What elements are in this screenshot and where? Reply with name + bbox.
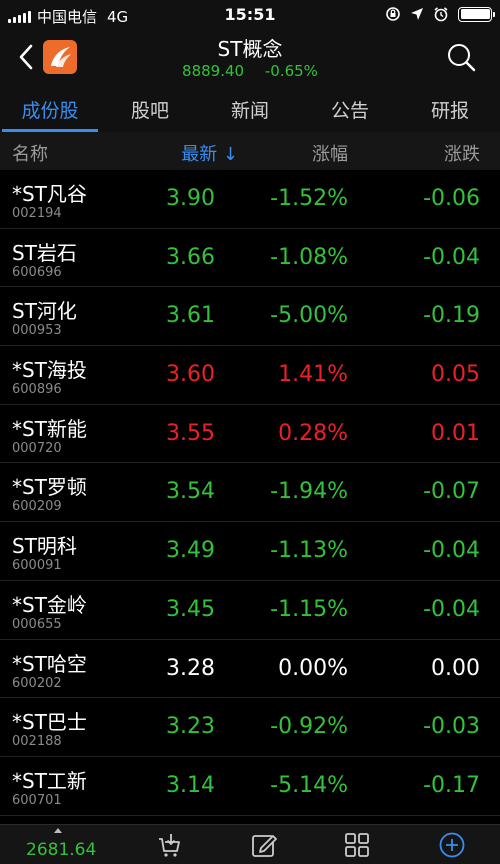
stock-percent-change: -1.15% — [270, 596, 348, 622]
trade-icon[interactable] — [155, 831, 183, 859]
tab-constituents[interactable]: 成份股 — [0, 86, 100, 132]
add-icon[interactable] — [438, 831, 466, 859]
edit-icon[interactable] — [250, 831, 278, 859]
stock-price: 3.54 — [166, 479, 215, 505]
battery-icon — [458, 6, 495, 22]
stock-list: *ST凡谷 002194 3.90 -1.52% -0.06 ST岩石 600696 3.66… — [0, 170, 500, 816]
page-title: ST概念 — [217, 37, 283, 61]
stock-code: 002194 — [12, 206, 62, 221]
stock-price: 3.66 — [166, 244, 215, 270]
stock-price: 3.45 — [166, 596, 215, 622]
stock-price: 3.14 — [166, 772, 215, 798]
stock-price: 3.55 — [166, 420, 215, 446]
expand-arrow-icon[interactable] — [54, 828, 62, 833]
alarm-icon — [434, 7, 448, 22]
index-value: 8889.40 — [182, 62, 245, 80]
stock-code: 600091 — [12, 558, 62, 574]
table-header: 名称 最新 ↓ 涨幅 涨跌 — [0, 132, 500, 170]
stock-price: 3.60 — [166, 362, 215, 388]
stock-change: -0.06 — [423, 186, 480, 211]
column-header-price[interactable]: 最新 ↓ — [181, 140, 238, 166]
index-summary: 8889.40 -0.65% — [0, 62, 500, 80]
column-header-change[interactable]: 涨跌 — [444, 140, 480, 166]
location-icon — [411, 8, 423, 20]
table-row[interactable]: *ST巴士 002188 3.23 -0.92% -0.03 — [0, 698, 500, 757]
stock-code: 600896 — [12, 382, 62, 398]
tab-bar: 成份股 股吧 新闻 公告 研报 — [0, 86, 500, 132]
stock-price: 3.23 — [166, 714, 215, 740]
stock-code: 000720 — [12, 440, 62, 456]
stock-percent-change: -1.94% — [270, 479, 348, 505]
stock-change: 0.01 — [431, 420, 480, 446]
stock-name: *ST新能 — [12, 416, 87, 441]
stock-name: *ST金岭 — [12, 592, 87, 617]
stock-price: 3.28 — [166, 655, 215, 681]
stock-name: ST河化 — [12, 299, 77, 324]
stock-change: -0.04 — [423, 244, 480, 270]
stock-change: -0.07 — [423, 479, 480, 505]
stock-code: 600202 — [12, 675, 62, 691]
rotation-lock-icon — [386, 7, 400, 21]
stock-percent-change: 0.00% — [278, 655, 348, 681]
stock-change: -0.04 — [423, 538, 480, 564]
stock-name: *ST凡谷 — [12, 182, 87, 206]
column-header-name[interactable]: 名称 — [12, 140, 48, 166]
stock-percent-change: -1.13% — [270, 538, 348, 564]
stock-name: *ST罗顿 — [12, 475, 87, 500]
index-change: -0.65% — [264, 62, 318, 80]
search-icon[interactable] — [446, 42, 476, 72]
stock-name: *ST海投 — [12, 358, 87, 383]
stock-code: 600209 — [12, 499, 62, 515]
stock-change: 0.05 — [431, 362, 480, 388]
tab-news[interactable]: 新闻 — [200, 86, 300, 132]
stock-change: -0.04 — [423, 596, 480, 622]
table-row[interactable]: ST岩石 600696 3.66 -1.08% -0.04 — [0, 228, 500, 288]
stock-price: 3.90 — [166, 186, 215, 211]
grid-icon[interactable] — [343, 831, 371, 859]
stock-code: 000655 — [12, 616, 62, 632]
stock-percent-change: 0.28% — [278, 420, 348, 446]
market-index-value[interactable]: 2681.64 — [26, 840, 96, 860]
table-row[interactable]: *ST凡谷 002194 3.90 -1.52% -0.06 — [0, 170, 500, 229]
stock-percent-change: -5.14% — [270, 772, 348, 798]
stock-percent-change: -1.52% — [270, 186, 348, 211]
table-row[interactable]: ST河化 000953 3.61 -5.00% -0.19 — [0, 287, 500, 347]
stock-change: -0.03 — [423, 714, 480, 740]
stock-change: -0.19 — [423, 303, 480, 329]
stock-code: 600701 — [12, 792, 62, 808]
stock-code: 600696 — [12, 264, 62, 280]
tab-reports[interactable]: 研报 — [400, 86, 500, 132]
table-row[interactable]: *ST新能 000720 3.55 0.28% 0.01 — [0, 404, 500, 464]
table-row[interactable]: *ST哈空 600202 3.28 0.00% 0.00 — [0, 639, 500, 699]
tab-announcements[interactable]: 公告 — [300, 86, 400, 132]
stock-percent-change: -5.00% — [270, 303, 348, 329]
table-row[interactable]: *ST罗顿 600209 3.54 -1.94% -0.07 — [0, 463, 500, 523]
table-row[interactable]: *ST金岭 000655 3.45 -1.15% -0.04 — [0, 580, 500, 640]
table-row[interactable]: *ST海投 600896 3.60 1.41% 0.05 — [0, 346, 500, 405]
header: ST概念 8889.40 -0.65% — [0, 30, 500, 86]
stock-change: 0.00 — [431, 655, 480, 681]
stock-percent-change: -0.92% — [270, 714, 348, 740]
table-row[interactable]: ST明科 600091 3.49 -1.13% -0.04 — [0, 522, 500, 581]
stock-percent-change: 1.41% — [278, 362, 348, 388]
stock-percent-change: -1.08% — [270, 244, 348, 270]
stock-change: -0.17 — [423, 772, 480, 798]
tab-forum[interactable]: 股吧 — [100, 86, 200, 132]
stock-price: 3.61 — [166, 303, 215, 329]
bottom-toolbar: 2681.64 — [0, 824, 500, 864]
stock-code: 002188 — [12, 734, 62, 750]
stock-name: ST明科 — [12, 534, 77, 559]
stock-name: ST岩石 — [12, 240, 77, 265]
column-header-percent[interactable]: 涨幅 — [312, 140, 348, 166]
stock-name: *ST巴士 — [12, 710, 87, 735]
status-bar: 中国电信 4G 15:51 — [0, 0, 500, 30]
table-row[interactable]: *ST工新 600701 3.14 -5.14% -0.17 — [0, 756, 500, 816]
stock-name: *ST工新 — [12, 768, 87, 793]
stock-name: *ST哈空 — [12, 651, 87, 676]
stock-price: 3.49 — [166, 538, 215, 564]
stock-code: 000953 — [12, 323, 62, 339]
